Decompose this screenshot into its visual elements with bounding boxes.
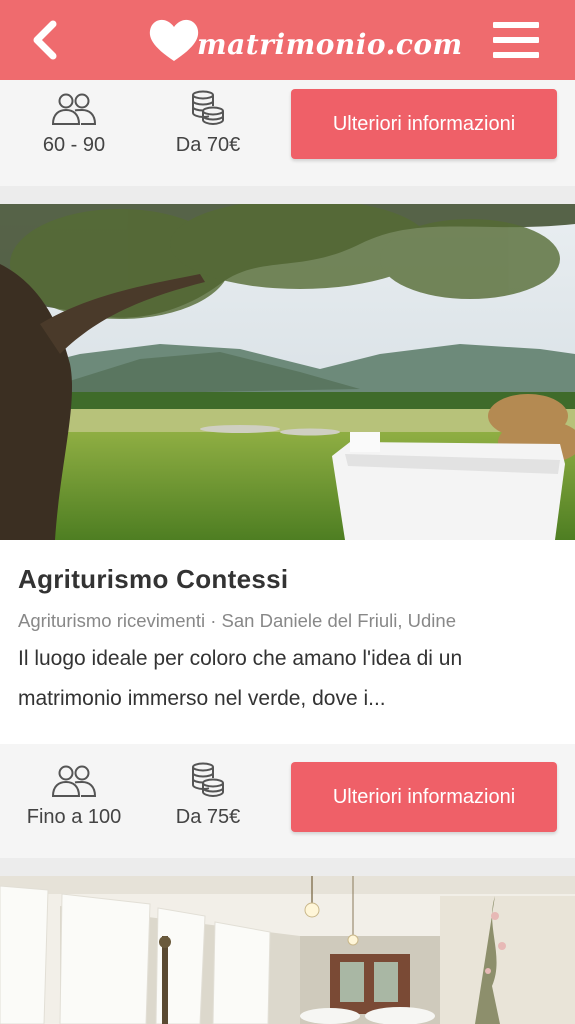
venue-title[interactable]: Agriturismo Contessi [18, 564, 288, 595]
venue-description: Il luogo ideale per coloro che amano l'i… [18, 647, 463, 710]
guests-value: Fino a 100 [26, 806, 122, 828]
more-info-button[interactable]: Ulteriori informazioni [291, 762, 557, 832]
listing-card[interactable] [0, 876, 575, 1024]
price-stat: Da 70€ [166, 90, 250, 157]
people-icon [51, 93, 97, 125]
menu-bar [493, 37, 539, 43]
coins-icon [192, 762, 224, 798]
venue-photo[interactable] [0, 204, 575, 540]
guests-stat: Fino a 100 [18, 764, 130, 829]
price-stat: Da 75€ [166, 762, 250, 829]
guests-value: 60 - 90 [42, 134, 106, 156]
guests-stat: 60 - 90 [32, 92, 116, 157]
chevron-left-icon [33, 20, 57, 60]
more-info-button[interactable]: Ulteriori informazioni [291, 89, 557, 159]
brand-logo[interactable]: matrimonio.com [145, 12, 463, 68]
listing-card[interactable]: Agriturismo Contessi Agriturismo ricevim… [0, 204, 575, 744]
back-button[interactable] [24, 18, 64, 62]
app-header: matrimonio.com [0, 0, 575, 80]
heart-logo-icon [149, 19, 199, 62]
venue-category-location: Agriturismo ricevimenti · San Daniele de… [18, 610, 456, 631]
menu-button[interactable] [493, 22, 539, 58]
venue-photo[interactable] [0, 876, 575, 1024]
price-value: Da 70€ [175, 134, 241, 156]
menu-bar [493, 52, 539, 58]
listing-info-bar: 60 - 90 Da 70€ Ulteriori informazioni [0, 80, 575, 186]
menu-bar [493, 22, 539, 28]
coins-icon [192, 90, 224, 126]
people-icon [51, 765, 97, 797]
brand-name: matrimonio.com [197, 27, 463, 61]
price-value: Da 75€ [175, 806, 241, 828]
listing-info-bar: Fino a 100 Da 75€ Ulteriori informazioni [0, 744, 575, 858]
